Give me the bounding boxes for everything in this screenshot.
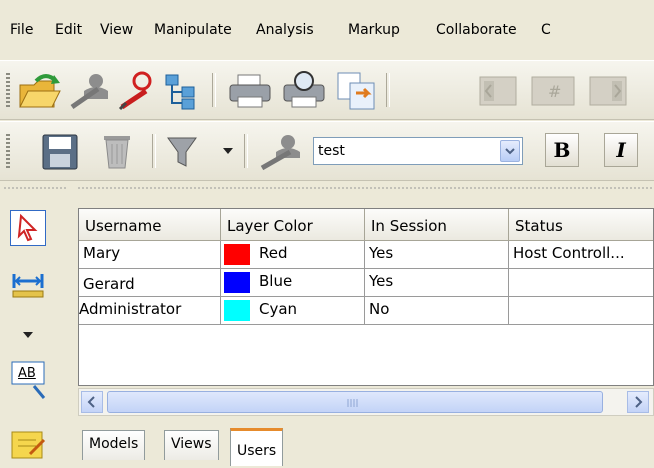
color-name: Cyan bbox=[259, 300, 298, 318]
toolbar-separator bbox=[212, 73, 216, 107]
cell-in-session[interactable]: No bbox=[365, 297, 509, 325]
cell-layer-color[interactable]: Red bbox=[221, 241, 365, 269]
color-swatch bbox=[224, 300, 250, 321]
trash-icon[interactable] bbox=[98, 130, 136, 172]
add-user-icon[interactable] bbox=[68, 69, 112, 111]
measure-icon bbox=[12, 274, 44, 298]
cell-in-session[interactable]: Yes bbox=[365, 241, 509, 269]
svg-text:#: # bbox=[548, 82, 561, 101]
arrow-pointer-icon bbox=[17, 213, 38, 242]
bold-button[interactable]: B bbox=[545, 133, 579, 167]
menu-view[interactable]: View bbox=[100, 22, 133, 38]
combo-value: test bbox=[318, 143, 345, 159]
color-swatch bbox=[224, 244, 250, 265]
note-icon bbox=[11, 431, 46, 459]
cell-status[interactable] bbox=[509, 269, 653, 297]
panel-tabs: Models Views Users bbox=[78, 428, 654, 468]
horizontal-scrollbar[interactable] bbox=[78, 388, 654, 416]
cell-layer-color[interactable]: Blue bbox=[221, 269, 365, 297]
menu-markup[interactable]: Markup bbox=[348, 22, 400, 38]
cell-username[interactable]: Gerard bbox=[79, 269, 221, 297]
scroll-thumb[interactable] bbox=[107, 391, 603, 413]
toolbar-separator bbox=[386, 73, 390, 107]
cell-in-session[interactable]: Yes bbox=[365, 269, 509, 297]
note-tool-button[interactable] bbox=[10, 426, 46, 462]
tab-models[interactable]: Models bbox=[82, 430, 146, 460]
column-header-status[interactable]: Status bbox=[509, 209, 653, 241]
scroll-left-button[interactable] bbox=[81, 391, 103, 413]
menu-analysis[interactable]: Analysis bbox=[256, 22, 314, 38]
toolbar-grip[interactable] bbox=[6, 134, 10, 168]
toolbar-separator bbox=[152, 134, 156, 168]
text-tool-button[interactable]: AB bbox=[10, 360, 46, 399]
toolbar-separator bbox=[244, 134, 248, 168]
chevron-left-icon bbox=[87, 396, 95, 408]
color-name: Red bbox=[259, 244, 288, 262]
nav-left-icon[interactable] bbox=[478, 75, 518, 107]
menu-manipulate[interactable]: Manipulate bbox=[154, 22, 232, 38]
chevron-right-icon bbox=[635, 396, 643, 408]
cell-layer-color[interactable]: Cyan bbox=[221, 297, 365, 325]
italic-button[interactable]: I bbox=[604, 133, 638, 167]
hierarchy-icon[interactable] bbox=[162, 71, 202, 111]
menu-file[interactable]: File bbox=[10, 22, 33, 38]
nav-right-icon[interactable] bbox=[588, 75, 628, 107]
cell-username[interactable]: Mary bbox=[79, 241, 221, 269]
menu-collaborate[interactable]: Collaborate bbox=[436, 22, 517, 38]
column-header-in-session[interactable]: In Session bbox=[365, 209, 509, 241]
menu-bar: File Edit View Manipulate Analysis Marku… bbox=[0, 0, 654, 58]
markup-combo-box[interactable]: test bbox=[313, 137, 523, 165]
tool-palette: AB bbox=[0, 196, 72, 468]
chevron-down-icon[interactable] bbox=[222, 146, 234, 156]
main-toolbar: # bbox=[0, 60, 654, 120]
scroll-right-button[interactable] bbox=[627, 391, 649, 413]
text-tool-label: AB bbox=[18, 366, 36, 381]
print-icon[interactable] bbox=[226, 71, 274, 111]
tab-users[interactable]: Users bbox=[230, 428, 284, 466]
users-grid: Username Layer Color In Session Status M… bbox=[78, 208, 654, 386]
chevron-down-icon bbox=[505, 148, 515, 155]
select-tool-button[interactable] bbox=[10, 210, 46, 246]
panel-splitter[interactable] bbox=[0, 182, 654, 194]
color-name: Blue bbox=[259, 272, 293, 290]
measure-tool-button[interactable] bbox=[10, 262, 46, 298]
menu-more[interactable]: C bbox=[541, 22, 551, 38]
cell-status[interactable] bbox=[509, 297, 653, 325]
menu-edit[interactable]: Edit bbox=[55, 22, 82, 38]
cell-status[interactable]: Host Controll... bbox=[509, 241, 653, 269]
combo-dropdown-button[interactable] bbox=[500, 140, 520, 162]
filter-icon[interactable] bbox=[164, 132, 200, 172]
open-folder-icon[interactable] bbox=[16, 69, 62, 111]
toolbar-grip[interactable] bbox=[6, 73, 10, 107]
column-header-username[interactable]: Username bbox=[79, 209, 221, 241]
column-header-layer-color[interactable]: Layer Color bbox=[221, 209, 365, 241]
cell-username[interactable]: Administrator bbox=[79, 297, 221, 325]
save-icon[interactable] bbox=[40, 132, 80, 172]
scroll-grip-icon bbox=[347, 399, 358, 407]
pen-user-icon[interactable] bbox=[116, 69, 160, 111]
page-number-icon[interactable]: # bbox=[530, 75, 576, 107]
chevron-down-icon[interactable] bbox=[22, 330, 34, 340]
color-swatch bbox=[224, 272, 250, 293]
tab-views[interactable]: Views bbox=[164, 430, 219, 460]
print-preview-icon[interactable] bbox=[280, 69, 330, 111]
copy-icon[interactable] bbox=[334, 69, 380, 111]
markup-user-icon[interactable] bbox=[256, 130, 306, 172]
